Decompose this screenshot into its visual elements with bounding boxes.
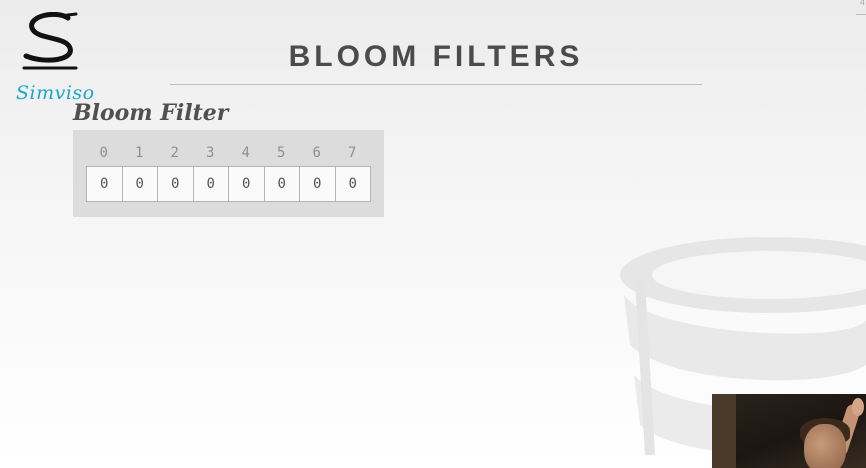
simviso-s-logo-icon	[22, 12, 78, 70]
bit-index: 2	[170, 145, 179, 161]
presenter-webcam	[712, 394, 866, 468]
bit-cell: 0	[87, 167, 123, 201]
bit-cell: 0	[193, 167, 229, 201]
bit-index: 6	[312, 145, 321, 161]
bit-cell: 0	[264, 167, 300, 201]
bit-index: 5	[277, 145, 286, 161]
slide-number: 4	[859, 0, 865, 7]
bit-index-row: 0 1 2 3 4 5 6 7	[86, 145, 370, 161]
bit-index: 4	[241, 145, 250, 161]
title-divider	[170, 84, 702, 85]
bit-array: 0 0 0 0 0 0 0 0	[86, 166, 371, 202]
bit-index: 3	[206, 145, 215, 161]
bit-index: 0	[99, 145, 108, 161]
bit-cell: 0	[158, 167, 194, 201]
bloom-filter-panel: 0 1 2 3 4 5 6 7 0 0 0 0 0 0 0 0	[73, 130, 384, 217]
bit-index: 7	[348, 145, 357, 161]
bit-index: 1	[135, 145, 144, 161]
bit-cell: 0	[229, 167, 265, 201]
bit-cell: 0	[122, 167, 158, 201]
slide-title: BLOOM FILTERS	[288, 40, 584, 73]
slide: 4 Simviso BLOOM FILTERS Bloom Filter 0 1…	[0, 0, 866, 468]
corner-mark: 4	[856, 0, 866, 15]
simviso-logo: Simviso	[14, 12, 94, 107]
section-title: Bloom Filter	[73, 100, 229, 126]
bit-cell: 0	[335, 167, 370, 201]
bit-cell: 0	[300, 167, 336, 201]
